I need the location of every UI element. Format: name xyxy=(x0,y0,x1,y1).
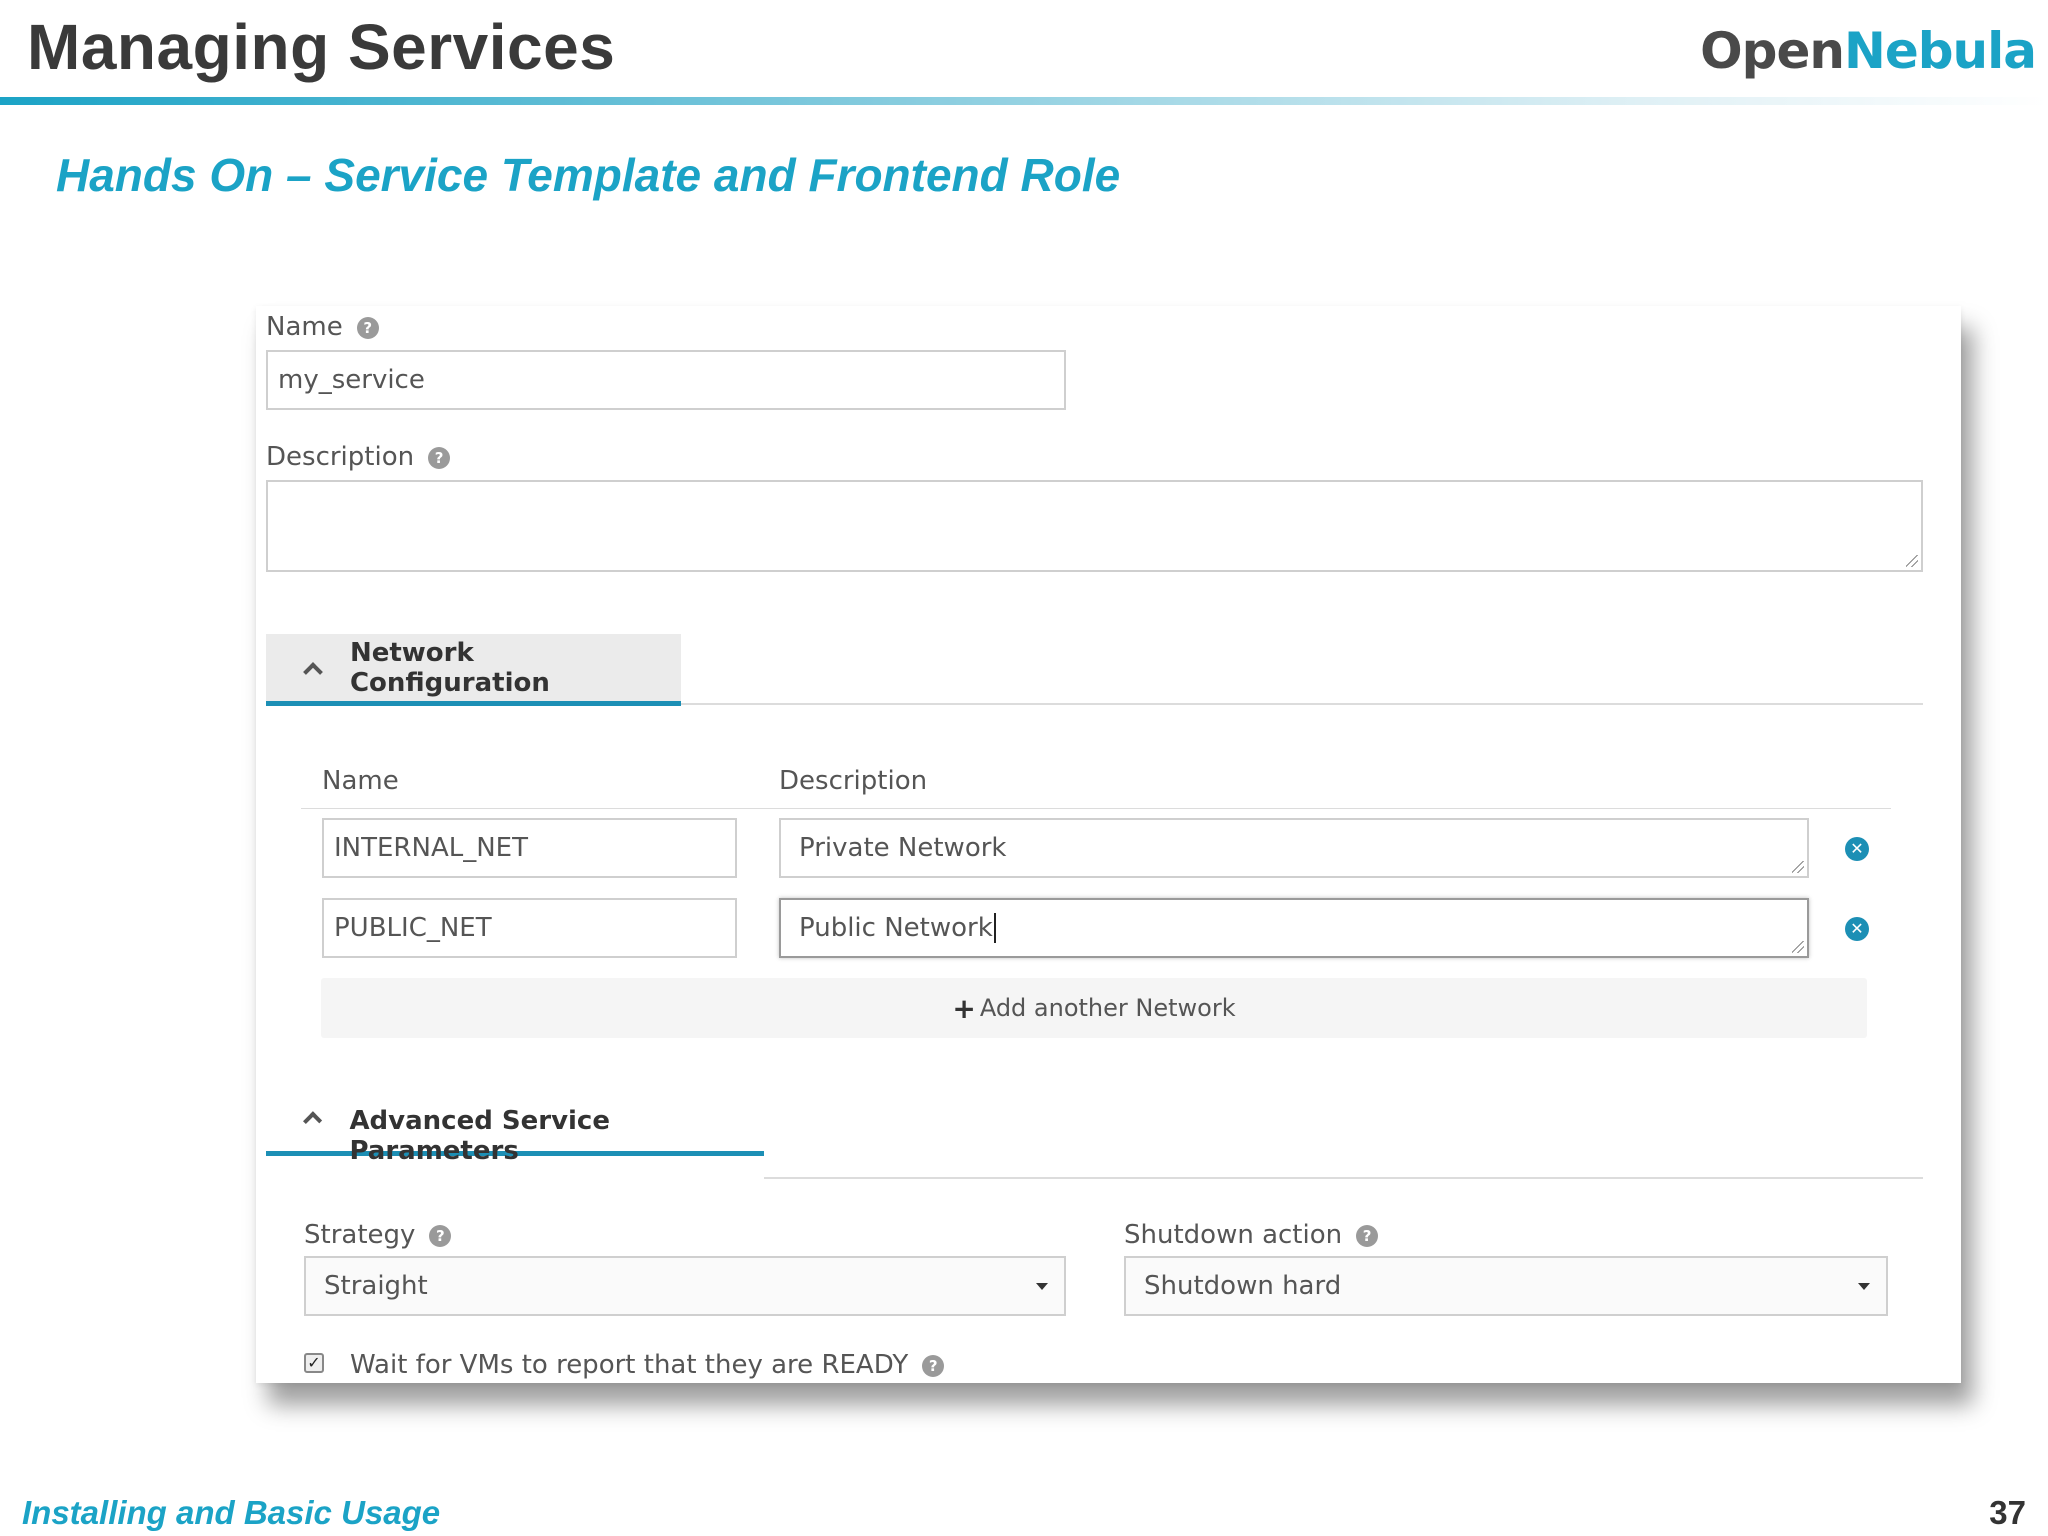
strategy-select[interactable]: Straight xyxy=(304,1256,1066,1316)
tab-advanced-label: Advanced Service Parameters xyxy=(349,1106,610,1166)
title-divider xyxy=(0,97,2048,105)
name-label-row: Name? xyxy=(266,312,379,342)
add-network-label: Add another Network xyxy=(979,994,1236,1022)
name-label: Name xyxy=(266,312,343,342)
tab-divider xyxy=(681,703,1923,705)
shutdown-label: Shutdown action xyxy=(1124,1220,1343,1250)
advanced-divider xyxy=(764,1177,1923,1179)
text-cursor xyxy=(993,913,996,943)
footer-text: Installing and Basic Usage xyxy=(22,1494,441,1531)
opennebula-logo: OpenNebula xyxy=(1700,22,2037,80)
logo-open-text: Open xyxy=(1700,22,1845,80)
plus-icon: + xyxy=(952,991,976,1025)
chevron-up-icon xyxy=(303,661,323,682)
network-description-text: Public Network xyxy=(799,913,993,943)
tab-network-configuration[interactable]: Network Configuration xyxy=(266,634,681,706)
question-circle-icon[interactable]: ? xyxy=(922,1354,945,1377)
add-network-button[interactable]: + Add another Network xyxy=(321,978,1867,1038)
shutdown-select[interactable]: Shutdown hard xyxy=(1124,1256,1888,1316)
question-circle-icon[interactable]: ? xyxy=(428,446,451,469)
tab-advanced-service-parameters[interactable]: Advanced Service Parameters xyxy=(266,1106,764,1166)
description-label-row: Description? xyxy=(266,442,451,472)
resize-handle-icon[interactable] xyxy=(1792,941,1804,953)
logo-nebula-text: Nebula xyxy=(1843,22,2037,80)
question-circle-icon[interactable]: ? xyxy=(1356,1224,1379,1247)
strategy-label-row: Strategy? xyxy=(304,1220,452,1250)
network-description-text: Private Network xyxy=(799,833,1007,863)
network-col-name: Name xyxy=(322,766,399,796)
slide-subtitle: Hands On – Service Template and Frontend… xyxy=(56,149,1121,201)
shutdown-label-row: Shutdown action? xyxy=(1124,1220,1379,1250)
network-description-textarea[interactable]: Public Network xyxy=(779,898,1809,958)
strategy-label: Strategy xyxy=(304,1220,416,1250)
page-number: 37 xyxy=(1989,1494,2026,1531)
description-textarea[interactable] xyxy=(266,480,1923,572)
ready-label: Wait for VMs to report that they are REA… xyxy=(350,1350,909,1380)
table-header-divider xyxy=(301,808,1891,809)
strategy-value: Straight xyxy=(324,1271,428,1301)
network-col-description: Description xyxy=(779,766,928,796)
question-circle-icon[interactable]: ? xyxy=(429,1224,452,1247)
network-description-textarea[interactable]: Private Network xyxy=(779,818,1809,878)
ready-checkbox[interactable]: ✓ xyxy=(304,1353,324,1373)
ready-label-row: Wait for VMs to report that they are REA… xyxy=(350,1350,945,1380)
chevron-up-icon xyxy=(303,1111,323,1131)
resize-handle-icon[interactable] xyxy=(1792,861,1804,873)
network-name-input[interactable]: PUBLIC_NET xyxy=(322,898,737,958)
slide-title: Managing Services xyxy=(27,11,616,83)
shutdown-value: Shutdown hard xyxy=(1144,1271,1342,1301)
question-circle-icon[interactable]: ? xyxy=(356,316,379,339)
name-input[interactable]: my_service xyxy=(266,350,1066,410)
description-label: Description xyxy=(266,442,415,472)
remove-network-icon[interactable]: ✕ xyxy=(1845,917,1869,941)
caret-down-icon xyxy=(1858,1283,1870,1290)
remove-network-icon[interactable]: ✕ xyxy=(1845,837,1869,861)
tab-network-configuration-label: Network Configuration xyxy=(349,637,550,698)
network-name-input[interactable]: INTERNAL_NET xyxy=(322,818,737,878)
screenshot-panel: Name? my_service Description? Network Co… xyxy=(256,306,1961,1383)
caret-down-icon xyxy=(1036,1283,1048,1290)
resize-handle-icon[interactable] xyxy=(1906,555,1918,567)
